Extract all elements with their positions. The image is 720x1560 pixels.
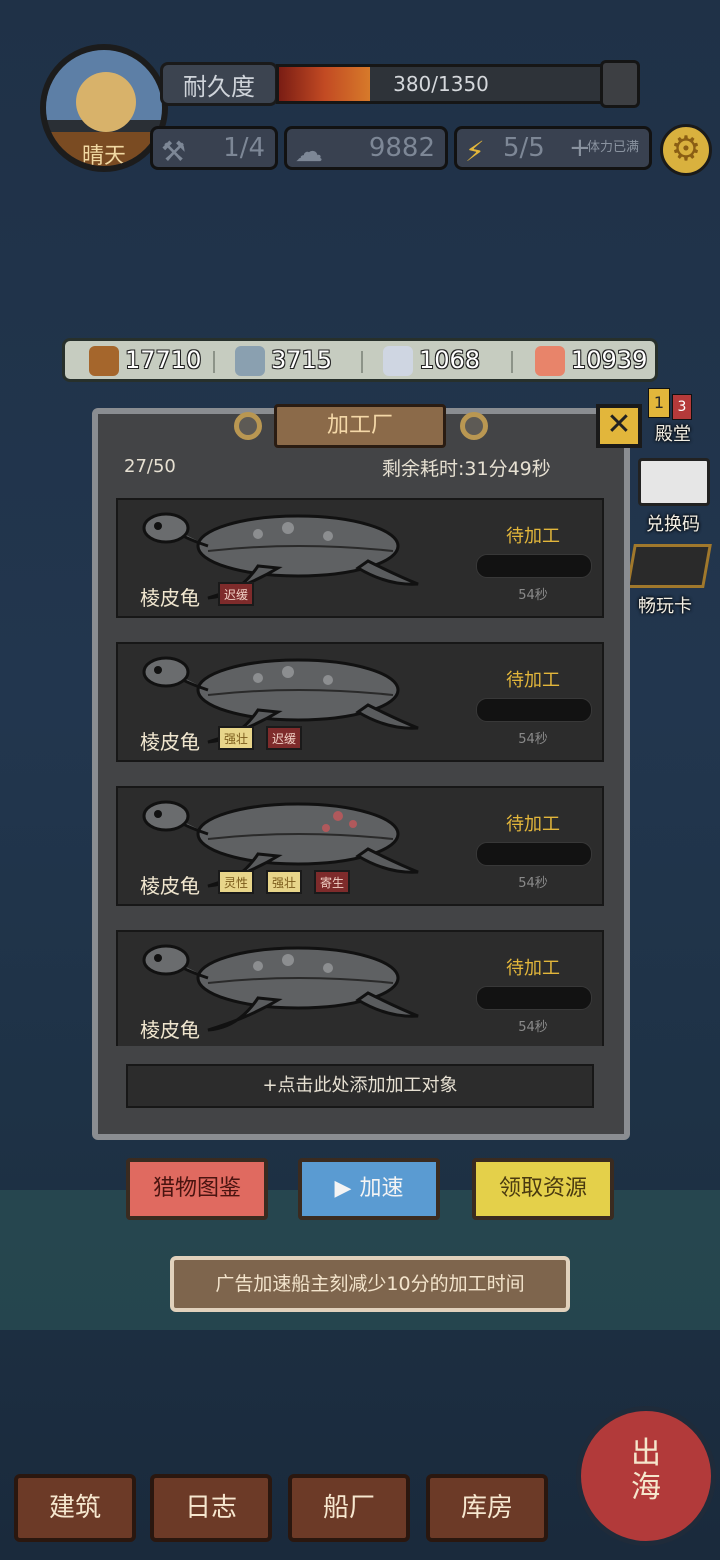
item-time: 54秒 bbox=[518, 732, 548, 747]
nav-shipyard[interactable]: 船厂 bbox=[288, 1474, 410, 1542]
lightning-icon: ⚡ bbox=[465, 135, 485, 168]
resource-fish-value: 10939 bbox=[571, 346, 648, 374]
resource-water-value: 3715 bbox=[271, 346, 333, 374]
population-value: 9882 bbox=[368, 133, 435, 163]
weather-badge[interactable]: 晴天 bbox=[40, 44, 168, 172]
resource-wood: 17710 bbox=[89, 341, 201, 379]
redeem-label[interactable]: 兑换码 bbox=[630, 510, 716, 536]
tag-strong: 强壮 bbox=[218, 726, 255, 750]
nav-build[interactable]: 建筑 bbox=[14, 1474, 136, 1542]
hall-label: 殿堂 bbox=[655, 424, 691, 445]
set-sail-label-2: 海 bbox=[631, 1470, 661, 1505]
close-icon[interactable]: ✕ bbox=[596, 404, 642, 448]
factory-title: 加工厂 bbox=[274, 404, 446, 448]
resource-bar: 17710 3715 1068 10939 bbox=[62, 338, 658, 382]
progress-bar bbox=[476, 554, 592, 578]
tools-value: 1/4 bbox=[223, 133, 265, 163]
tag-parasite: 寄生 bbox=[314, 870, 351, 894]
fish-meat-icon bbox=[535, 346, 565, 376]
progress-bar bbox=[476, 698, 592, 722]
item-time: 54秒 bbox=[518, 876, 548, 891]
nav-storage[interactable]: 库房 bbox=[426, 1474, 548, 1542]
population-stat[interactable]: ☁ 9882 bbox=[284, 126, 448, 170]
pass-label[interactable]: 畅玩卡 bbox=[630, 592, 700, 618]
durability-bar-cap bbox=[600, 60, 640, 108]
speedup-label: 加速 bbox=[359, 1176, 404, 1201]
item-name: 棱皮龟 bbox=[140, 730, 200, 754]
tag-spirit: 灵性 bbox=[218, 870, 255, 894]
resource-iron-value: 1068 bbox=[419, 346, 481, 374]
add-processing-button[interactable]: +点击此处添加加工对象 bbox=[126, 1064, 594, 1108]
list-item[interactable]: 棱皮龟 强壮 迟缓 待加工 54秒 bbox=[116, 642, 604, 762]
list-item[interactable]: 棱皮龟 灵性 强壮 寄生 待加工 54秒 bbox=[116, 786, 604, 906]
set-sail-label-1: 出 bbox=[631, 1436, 661, 1471]
durability-bar: 380/1350 bbox=[276, 64, 606, 104]
set-sail-button[interactable]: 出 海 bbox=[576, 1406, 716, 1546]
durability-text: 380/1350 bbox=[393, 72, 489, 96]
pass-card-icon[interactable] bbox=[626, 544, 712, 588]
video-camera-icon: ▶ bbox=[334, 1176, 352, 1201]
list-item[interactable]: 棱皮龟 迟缓 待加工 54秒 bbox=[116, 498, 604, 618]
item-time: 54秒 bbox=[518, 1020, 548, 1035]
item-status: 待加工 bbox=[506, 814, 560, 835]
item-time: 54秒 bbox=[518, 588, 548, 603]
wood-icon bbox=[89, 346, 119, 376]
energy-note: 体力已满 bbox=[587, 140, 640, 155]
factory-remaining-time: 剩余耗时:31分49秒 bbox=[382, 458, 551, 480]
ad-speedup-tip: 广告加速船主刻减少10分的加工时间 bbox=[170, 1256, 570, 1312]
factory-count: 27/50 bbox=[124, 456, 176, 477]
item-name: 棱皮龟 bbox=[140, 1018, 200, 1042]
prey-catalog-button[interactable]: 猎物图鉴 bbox=[126, 1158, 268, 1220]
settings-gear-icon[interactable]: ⚙ bbox=[660, 124, 712, 176]
bucket-icon bbox=[235, 346, 265, 376]
tag-slow: 迟缓 bbox=[266, 726, 303, 750]
ingot-icon bbox=[383, 346, 413, 376]
progress-bar bbox=[476, 842, 592, 866]
energy-stat[interactable]: ⚡ 5/5 + 体力已满 bbox=[454, 126, 652, 170]
progress-bar bbox=[476, 986, 592, 1010]
speedup-button[interactable]: ▶ 加速 bbox=[298, 1158, 440, 1220]
item-status: 待加工 bbox=[506, 958, 560, 979]
list-item[interactable]: 棱皮龟 待加工 54秒 bbox=[116, 930, 604, 1046]
tools-stat[interactable]: ⚒ 1/4 bbox=[150, 126, 278, 170]
energy-value: 5/5 bbox=[503, 133, 545, 163]
hammer-icon: ⚒ bbox=[161, 135, 187, 168]
ticket-count-b: 3 bbox=[672, 394, 692, 420]
durability-label: 耐久度 bbox=[160, 62, 278, 106]
resource-water: 3715 bbox=[235, 341, 332, 379]
hall-ticket[interactable]: 1 3 bbox=[648, 388, 694, 420]
panel-ring-left bbox=[234, 412, 262, 440]
ticket-count-a: 1 bbox=[648, 388, 670, 418]
sheep-icon: ☁ bbox=[295, 135, 323, 168]
sun-icon bbox=[76, 72, 136, 132]
nav-log[interactable]: 日志 bbox=[150, 1474, 272, 1542]
redeem-ticket-icon[interactable] bbox=[638, 458, 710, 506]
tag-slow: 迟缓 bbox=[218, 582, 255, 606]
panel-ring-right bbox=[460, 412, 488, 440]
item-name: 棱皮龟 bbox=[140, 874, 200, 898]
weather-label: 晴天 bbox=[81, 144, 126, 169]
item-status: 待加工 bbox=[506, 670, 560, 691]
item-name: 棱皮龟 bbox=[140, 586, 200, 610]
item-status: 待加工 bbox=[506, 526, 560, 547]
claim-resources-button[interactable]: 领取资源 bbox=[472, 1158, 614, 1220]
resource-iron: 1068 bbox=[383, 341, 480, 379]
resource-fish: 10939 bbox=[535, 341, 647, 379]
processing-list[interactable]: 棱皮龟 迟缓 待加工 54秒 棱皮龟 强壮 迟缓 待加工 54秒 棱皮龟 灵性 … bbox=[116, 498, 606, 1046]
tag-strong: 强壮 bbox=[266, 870, 303, 894]
resource-wood-value: 17710 bbox=[125, 346, 202, 374]
